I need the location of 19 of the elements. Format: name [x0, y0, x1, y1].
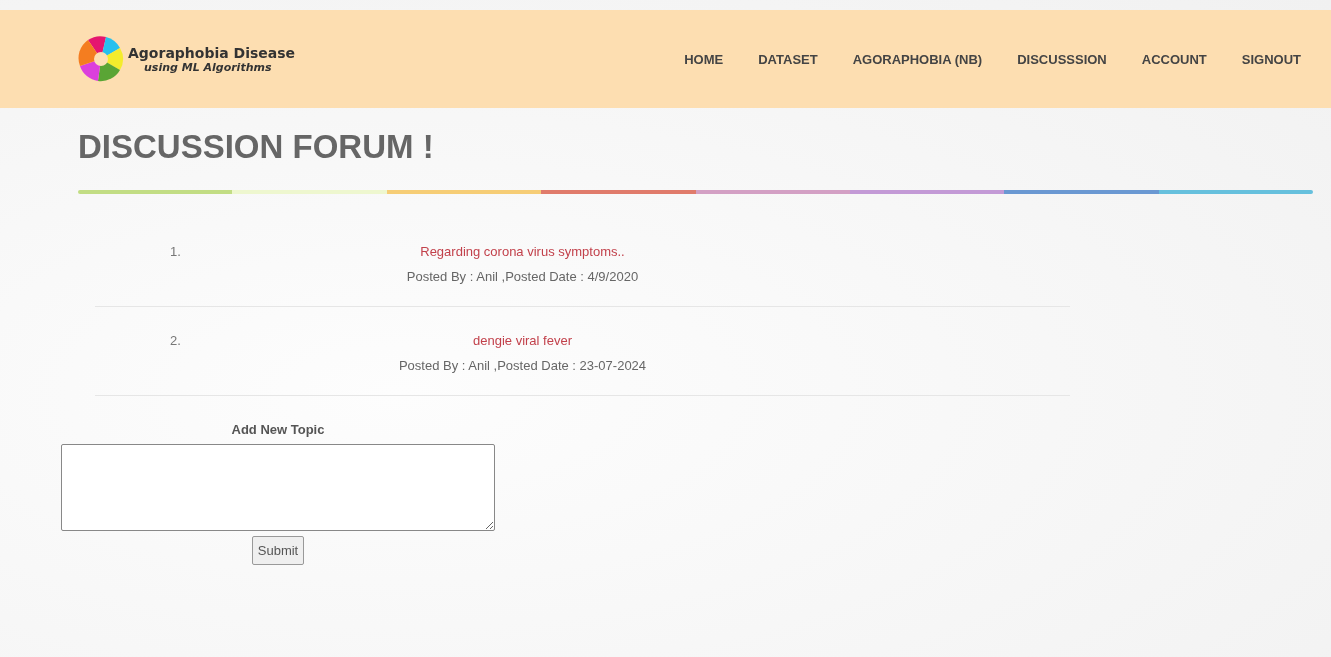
topic-meta: Posted By : Anil ,Posted Date : 4/9/2020: [406, 269, 639, 284]
topic-number: 2.: [169, 333, 182, 350]
site-subtitle: using ML Algorithms: [144, 60, 273, 74]
topic-link[interactable]: dengie viral fever: [473, 333, 572, 348]
topic-number: 1.: [169, 244, 182, 261]
logo-icon: [76, 34, 126, 84]
form-label: Add New Topic: [231, 422, 325, 437]
nav-link[interactable]: HOME: [684, 51, 724, 67]
nav-link[interactable]: DATASET: [758, 51, 818, 67]
nav-link[interactable]: DISCUSSSION: [1017, 51, 1107, 67]
nav-link[interactable]: AGORAPHOBIA (NB): [852, 51, 983, 67]
nav-link[interactable]: ACCOUNT: [1141, 51, 1207, 67]
site-title: Agoraphobia Disease: [128, 44, 296, 61]
nav-link[interactable]: SIGNOUT: [1241, 51, 1301, 67]
topic-input[interactable]: [61, 444, 495, 531]
submit-button[interactable]: Submit: [251, 536, 305, 565]
page-heading: DISCUSSION FORUM !: [78, 128, 435, 166]
topic-meta: Posted By : Anil ,Posted Date : 23-07-2024: [398, 358, 647, 373]
topic-link[interactable]: Regarding corona virus symptoms..: [420, 244, 625, 259]
